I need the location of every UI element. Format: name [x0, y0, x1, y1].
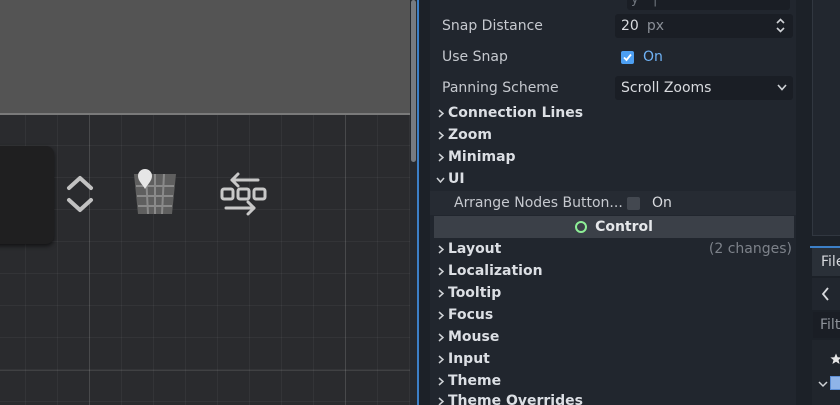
viewport-top-area	[0, 0, 410, 114]
section-label: Connection Lines	[448, 105, 584, 121]
property-arrange-nodes-button: Arrange Nodes Button... On	[430, 191, 796, 215]
section-ui[interactable]: UI	[430, 168, 796, 190]
snap-distance-value[interactable]: 20	[621, 18, 639, 34]
inspector-content: y| Snap Distance 20 px Use Snap	[430, 0, 796, 405]
back-button[interactable]	[812, 278, 840, 310]
section-theme[interactable]: Theme	[430, 370, 796, 392]
snap-distance-spinbox[interactable]: 20 px	[615, 14, 793, 38]
section-input[interactable]: Input	[430, 348, 796, 370]
chevron-right-icon	[438, 397, 444, 405]
section-tooltip[interactable]: Tooltip	[430, 282, 796, 304]
control-node-icon	[575, 221, 588, 233]
chevron-right-icon	[438, 289, 444, 298]
snap-distance-label: Snap Distance	[442, 18, 543, 34]
panning-scheme-label: Panning Scheme	[442, 80, 559, 96]
property-use-snap: Use Snap On	[430, 45, 796, 69]
arrange-nodes-icon[interactable]	[218, 168, 270, 220]
section-label: UI	[448, 171, 465, 187]
section-label: Layout	[448, 241, 502, 257]
checkbox-checked-icon[interactable]	[621, 50, 634, 64]
section-minimap[interactable]: Minimap	[430, 146, 796, 168]
previous-property-field[interactable]: y|	[627, 0, 790, 10]
folder-icon	[830, 376, 840, 390]
arrange-nodes-value[interactable]: On	[652, 195, 672, 211]
chevron-down-icon[interactable]	[777, 84, 787, 91]
spinbox-arrows-icon[interactable]	[776, 18, 785, 33]
chevron-right-icon	[438, 109, 444, 118]
inspector-panel: y| Snap Distance 20 px Use Snap	[419, 0, 810, 405]
panning-scheme-dropdown[interactable]: Scroll Zooms	[615, 76, 793, 100]
section-layout[interactable]: Layout (2 changes)	[430, 238, 796, 260]
chevron-right-icon	[438, 153, 444, 162]
section-label: Theme Overrides	[448, 393, 583, 405]
arrange-nodes-label: Arrange Nodes Button...	[454, 195, 623, 211]
chevron-right-icon	[438, 355, 444, 364]
snap-grid-icon[interactable]	[128, 166, 182, 220]
dock-panel-top	[812, 0, 840, 236]
chevron-right-icon	[438, 311, 444, 320]
checkbox-unchecked-icon[interactable]	[627, 196, 640, 210]
use-snap-checkbox[interactable]: On	[615, 45, 793, 69]
section-zoom[interactable]: Zoom	[430, 124, 796, 146]
panning-scheme-value[interactable]: Scroll Zooms	[621, 80, 711, 96]
editor-window: y| Snap Distance 20 px Use Snap	[0, 0, 840, 405]
chevron-right-icon	[438, 245, 444, 254]
section-label: Minimap	[448, 149, 516, 165]
graph-grid[interactable]	[0, 115, 410, 405]
section-focus[interactable]: Focus	[430, 304, 796, 326]
section-connection-lines[interactable]: Connection Lines	[430, 102, 796, 124]
inspector-scrollbar[interactable]	[797, 0, 805, 405]
section-label: Localization	[448, 263, 543, 279]
graph-viewport[interactable]	[0, 0, 417, 405]
zoom-reset-icon[interactable]	[62, 172, 98, 216]
section-label: Theme	[448, 373, 502, 389]
section-theme-overrides[interactable]: Theme Overrides	[430, 390, 796, 405]
graph-node[interactable]	[0, 146, 54, 244]
chevron-left-icon[interactable]	[821, 287, 831, 301]
section-localization[interactable]: Localization	[430, 260, 796, 282]
section-mouse[interactable]: Mouse	[430, 326, 796, 348]
file-list[interactable]	[812, 340, 840, 405]
class-header-control: Control	[434, 216, 794, 238]
section-changes-count: (2 changes)	[708, 241, 792, 257]
use-snap-label: Use Snap	[442, 49, 508, 65]
chevron-right-icon	[438, 333, 444, 342]
chevron-right-icon	[438, 377, 444, 386]
filter-input[interactable]: Filt	[813, 312, 840, 338]
chevron-right-icon	[438, 131, 444, 140]
viewport-scrollbar[interactable]	[410, 0, 417, 405]
chevron-down-icon[interactable]	[818, 381, 828, 389]
tab-filesystem[interactable]: File	[812, 248, 840, 276]
use-snap-value[interactable]: On	[643, 49, 663, 65]
viewport-scrollbar-thumb[interactable]	[411, 0, 416, 162]
chevron-right-icon	[438, 267, 444, 276]
snap-distance-unit: px	[646, 18, 664, 34]
chevron-down-icon	[436, 177, 445, 183]
star-icon	[830, 353, 840, 364]
arrange-nodes-checkbox[interactable]: On	[621, 191, 799, 215]
section-label: Zoom	[448, 127, 492, 143]
property-panning-scheme: Panning Scheme Scroll Zooms	[430, 76, 796, 100]
section-label: Mouse	[448, 329, 500, 345]
class-header-label: Control	[595, 219, 653, 235]
section-label: Tooltip	[448, 285, 502, 301]
section-label: Input	[448, 351, 490, 367]
right-dock: File Filt	[810, 0, 840, 405]
section-label: Focus	[448, 307, 494, 323]
property-snap-distance: Snap Distance 20 px	[430, 14, 796, 38]
